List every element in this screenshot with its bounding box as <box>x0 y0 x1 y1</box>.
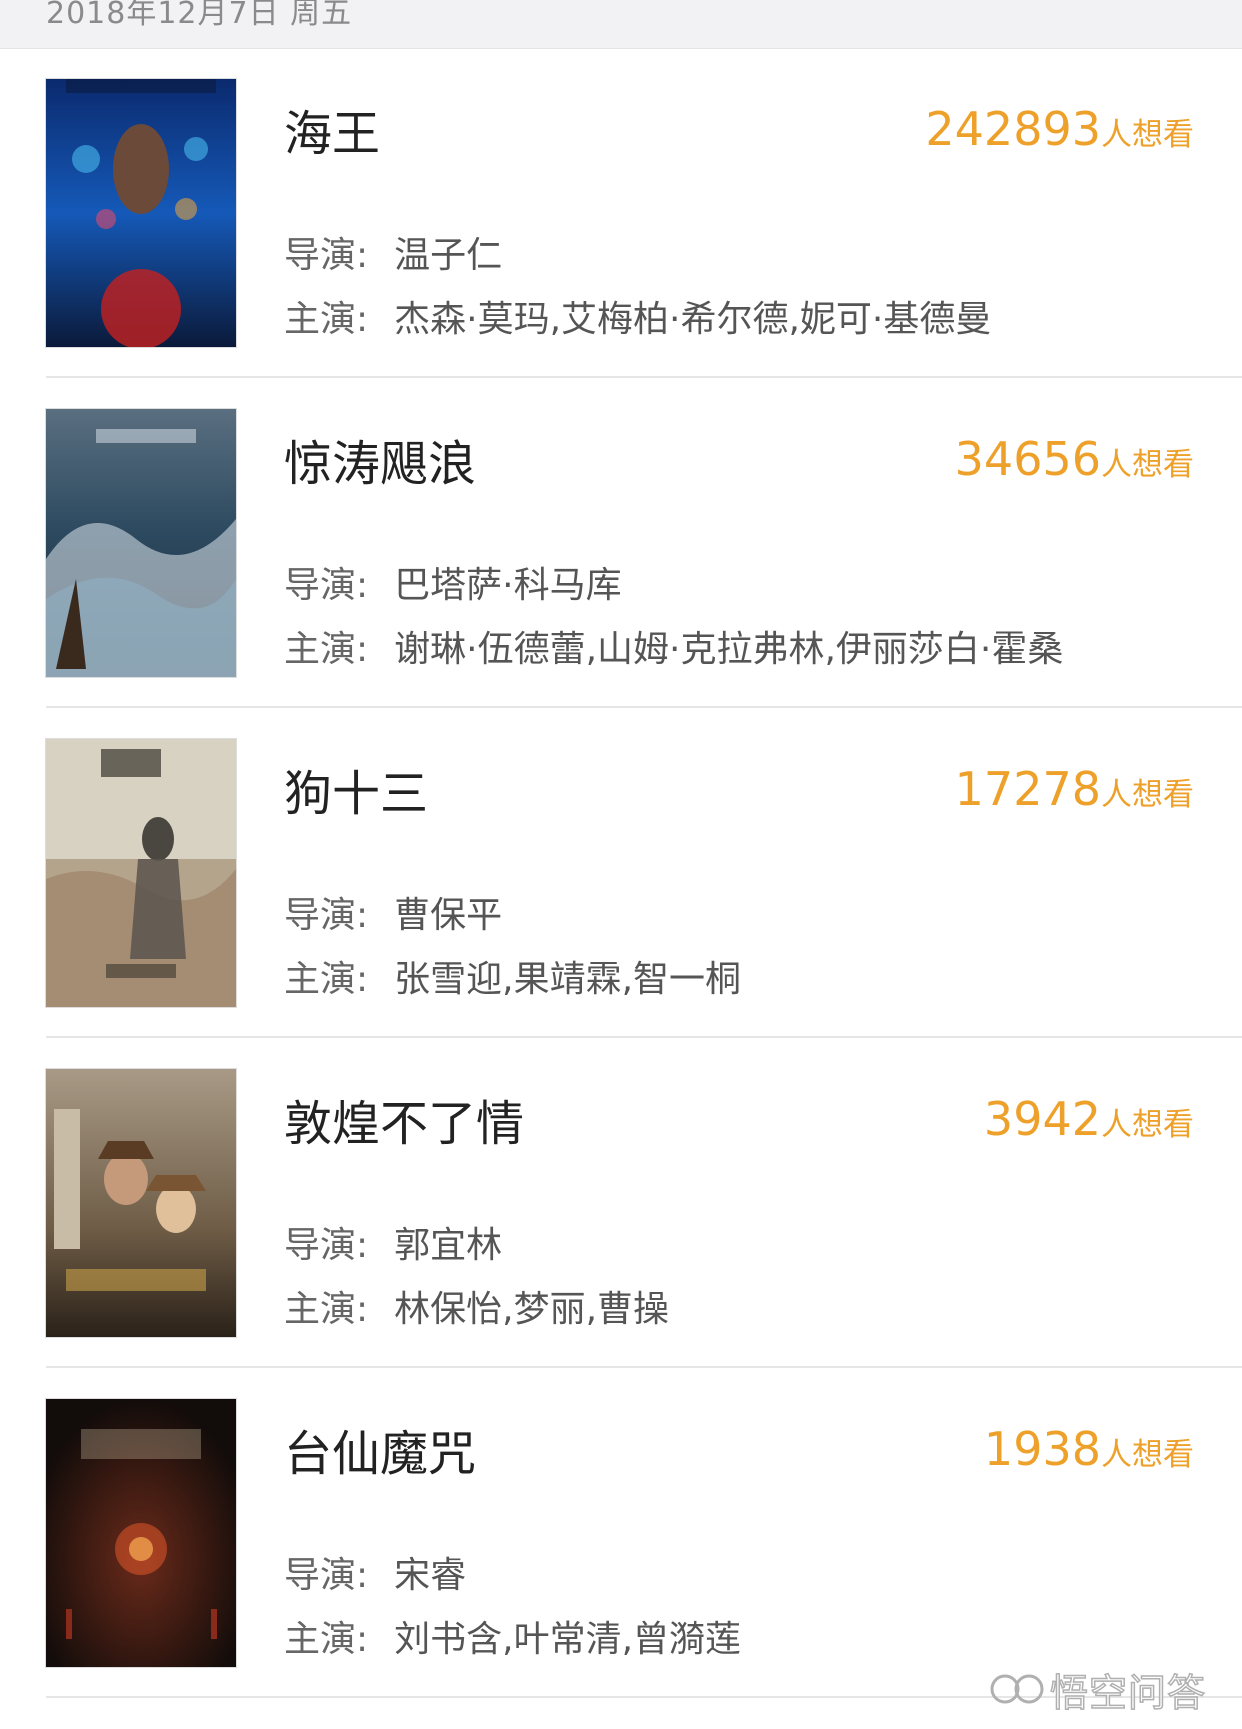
want-to-see: 3942人想看 <box>984 1092 1194 1146</box>
cast-label: 主演: <box>284 959 369 1000</box>
watermark-text: 悟空问答 <box>1049 1670 1207 1716</box>
director-label: 导演: <box>284 1225 369 1266</box>
want-count: 34656 <box>954 432 1101 486</box>
cast-row: 主演: 林保怡,梦丽,曹操 <box>284 1280 669 1332</box>
movie-item[interactable]: 狗十三 17278人想看 导演: 曹保平 主演: 张雪迎,果靖霖,智一桐 <box>0 708 1242 1038</box>
cast-names: 林保怡,梦丽,曹操 <box>394 1289 670 1330</box>
want-count: 17278 <box>954 762 1101 816</box>
cast-label: 主演: <box>284 1289 369 1330</box>
director-row: 导演: 郭宜林 <box>284 1216 502 1268</box>
cast-label: 主演: <box>284 299 369 340</box>
cast-row: 主演: 谢琳·伍德蕾,山姆·克拉弗林,伊丽莎白·霍桑 <box>284 620 1063 672</box>
director-label: 导演: <box>284 1555 369 1596</box>
director-name: 巴塔萨·科马库 <box>394 565 622 606</box>
cast-names: 杰森·莫玛,艾梅柏·希尔德,妮可·基德曼 <box>394 299 992 340</box>
movie-item[interactable]: 台仙魔咒 1938人想看 导演: 宋睿 主演: 刘书含,叶常清,曾漪莲 <box>0 1368 1242 1698</box>
director-row: 导演: 宋睿 <box>284 1546 466 1598</box>
movie-title[interactable]: 台仙魔咒 <box>284 1414 476 1484</box>
want-to-see: 34656人想看 <box>955 432 1194 486</box>
want-count: 3942 <box>983 1092 1101 1146</box>
want-suffix: 人想看 <box>1101 1107 1194 1143</box>
director-row: 导演: 温子仁 <box>284 226 502 278</box>
director-name: 宋睿 <box>394 1555 467 1596</box>
movie-item[interactable]: 惊涛飓浪 34656人想看 导演: 巴塔萨·科马库 主演: 谢琳·伍德蕾,山姆·克拉… <box>0 378 1242 708</box>
cast-label: 主演: <box>284 1619 369 1660</box>
movie-poster[interactable] <box>46 739 236 1007</box>
movie-title[interactable]: 惊涛飓浪 <box>284 424 476 494</box>
movie-poster[interactable] <box>46 79 236 347</box>
director-label: 导演: <box>284 565 369 606</box>
want-suffix: 人想看 <box>1101 447 1194 483</box>
want-suffix: 人想看 <box>1101 1437 1194 1473</box>
cast-row: 主演: 张雪迎,果靖霖,智一桐 <box>284 950 741 1002</box>
want-to-see: 242893人想看 <box>925 102 1194 156</box>
want-to-see: 1938人想看 <box>984 1422 1194 1476</box>
want-count: 1938 <box>983 1422 1101 1476</box>
director-label: 导演: <box>284 235 369 276</box>
cast-names: 谢琳·伍德蕾,山姆·克拉弗林,伊丽莎白·霍桑 <box>394 629 1064 670</box>
want-suffix: 人想看 <box>1101 777 1194 813</box>
movie-title[interactable]: 狗十三 <box>284 754 428 824</box>
director-label: 导演: <box>284 895 369 936</box>
director-row: 导演: 曹保平 <box>284 886 502 938</box>
movie-title[interactable]: 海王 <box>284 94 380 164</box>
cast-names: 张雪迎,果靖霖,智一桐 <box>394 959 742 1000</box>
want-count: 242893 <box>925 102 1101 156</box>
director-name: 郭宜林 <box>394 1225 503 1266</box>
cast-row: 主演: 杰森·莫玛,艾梅柏·希尔德,妮可·基德曼 <box>284 290 991 342</box>
movie-item[interactable]: 敦煌不了情 3942人想看 导演: 郭宜林 主演: 林保怡,梦丽,曹操 <box>0 1038 1242 1368</box>
movie-poster[interactable] <box>46 1399 236 1667</box>
want-suffix: 人想看 <box>1101 117 1194 153</box>
director-row: 导演: 巴塔萨·科马库 <box>284 556 622 608</box>
date-text: 2018年12月7日 周五 <box>46 0 353 31</box>
movie-title[interactable]: 敦煌不了情 <box>284 1084 524 1154</box>
director-name: 曹保平 <box>394 895 503 936</box>
movie-poster[interactable] <box>46 409 236 677</box>
want-to-see: 17278人想看 <box>955 762 1194 816</box>
movie-item[interactable]: 海王 242893人想看 导演: 温子仁 主演: 杰森·莫玛,艾梅柏·希尔德,妮可·… <box>0 48 1242 378</box>
cast-label: 主演: <box>284 629 369 670</box>
cast-row: 主演: 刘书含,叶常清,曾漪莲 <box>284 1610 741 1662</box>
cast-names: 刘书含,叶常清,曾漪莲 <box>394 1619 742 1660</box>
date-header: 2018年12月7日 周五 <box>0 0 1242 49</box>
watermark-icon <box>990 1674 1044 1704</box>
movie-poster[interactable] <box>46 1069 236 1337</box>
director-name: 温子仁 <box>394 235 503 276</box>
